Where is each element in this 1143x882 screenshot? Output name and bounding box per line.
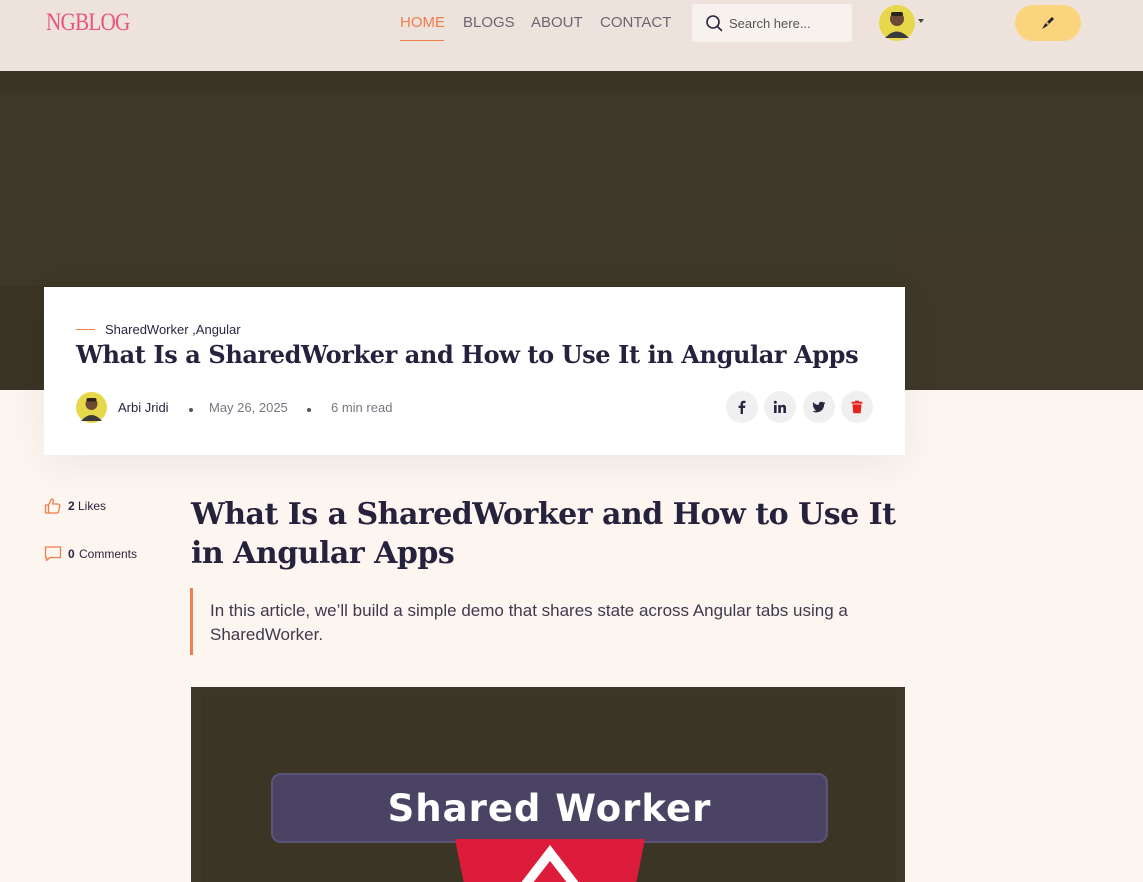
top-navbar: NGBLOG HOME BLOGS ABOUT CONTACT [0, 0, 1143, 71]
share-facebook-button[interactable] [726, 391, 758, 423]
chevron-down-icon[interactable] [918, 19, 924, 23]
post-date: May 26, 2025 [209, 400, 288, 415]
cover-title-text: Shared Worker [387, 787, 712, 830]
delete-post-button[interactable] [841, 391, 873, 423]
thumbs-up-icon [44, 498, 61, 514]
nav-link-about[interactable]: ABOUT [531, 14, 583, 31]
angular-logo-icon [455, 839, 645, 882]
twitter-icon [812, 401, 826, 413]
category-accent-line [76, 329, 95, 330]
nav-active-underline [400, 40, 444, 41]
comment-icon [44, 546, 62, 562]
user-avatar-icon[interactable] [879, 5, 915, 41]
search-box [692, 4, 852, 42]
trash-icon [851, 400, 863, 414]
nav-link-home[interactable]: HOME [400, 14, 445, 31]
article-heading: What Is a SharedWorker and How to Use It… [191, 497, 896, 571]
site-logo[interactable]: NGBLOG [46, 9, 130, 37]
post-title: What Is a SharedWorker and How to Use It… [76, 340, 859, 369]
hero-right-panel [906, 231, 1143, 390]
facebook-icon [738, 400, 746, 414]
article-intro: In this article, we’ll build a simple de… [210, 601, 848, 644]
post-categories[interactable]: SharedWorker ,Angular [105, 322, 241, 337]
comments-count: 0 [68, 547, 75, 561]
read-time: 6 min read [331, 400, 393, 415]
cover-title-banner: Shared Worker [271, 773, 828, 843]
write-post-button[interactable] [1015, 5, 1081, 41]
search-icon[interactable] [705, 14, 723, 32]
pen-icon [1042, 17, 1054, 29]
meta-separator-dot [307, 408, 311, 412]
post-meta-card: SharedWorker ,Angular What Is a SharedWo… [44, 287, 905, 455]
meta-separator-dot [189, 408, 193, 412]
likes-count: 2 [68, 499, 75, 513]
author-avatar-icon[interactable] [76, 392, 107, 423]
share-twitter-button[interactable] [803, 391, 835, 423]
hero-top-band [0, 71, 1143, 93]
nav-link-contact[interactable]: CONTACT [600, 14, 671, 31]
share-linkedin-button[interactable] [764, 391, 796, 423]
author-name[interactable]: Arbi Jridi [118, 400, 169, 415]
comments-label: Comments [79, 547, 138, 561]
search-input[interactable] [729, 13, 844, 33]
linkedin-icon [773, 400, 786, 413]
likes-label: Likes [78, 499, 107, 513]
intro-accent-bar [190, 588, 193, 655]
cover-image: Shared Worker [191, 687, 905, 882]
nav-link-blogs[interactable]: BLOGS [463, 14, 515, 31]
